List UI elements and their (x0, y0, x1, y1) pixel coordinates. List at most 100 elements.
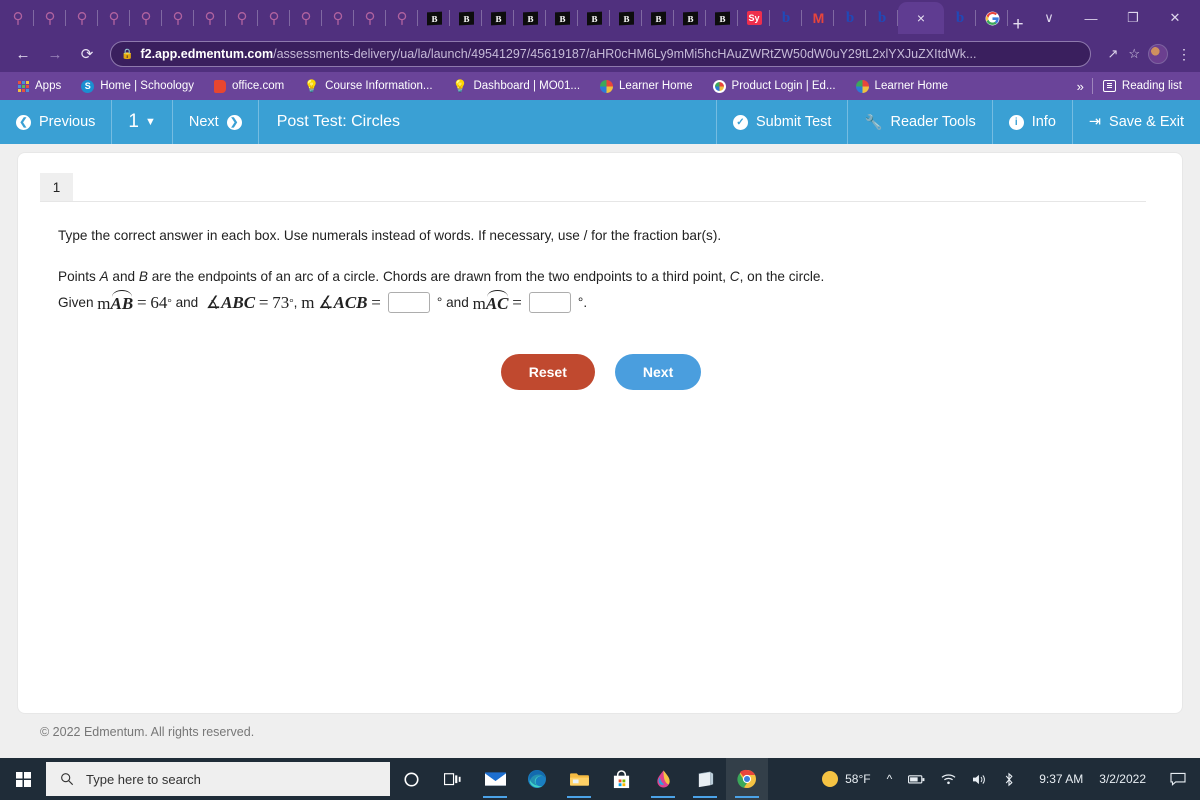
omnibox[interactable]: 🔒 f2.app.edmentum.com/assessments-delive… (110, 41, 1092, 67)
browser-tab-27[interactable]: b (866, 4, 898, 32)
submit-test-button[interactable]: ✓ Submit Test (715, 100, 848, 144)
share-icon[interactable]: ↗ (1107, 46, 1118, 62)
volume-icon[interactable] (964, 773, 995, 786)
previous-button[interactable]: ❮ Previous (0, 100, 113, 144)
start-button[interactable] (0, 771, 46, 787)
save-exit-button[interactable]: ⇥ Save & Exit (1071, 100, 1200, 144)
browser-tab-16[interactable]: B (514, 4, 546, 32)
browser-tab-5[interactable]: ⚲ (162, 4, 194, 32)
browser-tab-26[interactable]: b (834, 4, 866, 32)
browser-tab-0[interactable]: ⚲ (2, 4, 34, 32)
tab-strip[interactable]: ⚲ ⚲ ⚲ ⚲ ⚲ ⚲ ⚲ ⚲ ⚲ ⚲ ⚲ ⚲ ⚲ B B B B B B B B B B Sy b Mb b × b (0, 0, 1008, 36)
degree-symbol: ° (436, 295, 443, 311)
browser-tab-8[interactable]: ⚲ (258, 4, 290, 32)
battery-icon[interactable] (900, 774, 933, 785)
microsoft-store-icon[interactable] (600, 758, 642, 800)
back-icon[interactable]: ← (8, 46, 38, 63)
browser-tab-1[interactable]: ⚲ (34, 4, 66, 32)
apps-grid-icon (18, 80, 29, 92)
paint-3d-icon[interactable] (642, 758, 684, 800)
blackboard-icon: B (490, 11, 506, 25)
question-tab-1[interactable]: 1 (40, 173, 73, 201)
close-window-button[interactable]: ✕ (1154, 10, 1196, 26)
bookmark-learner-home-1[interactable]: Learner Home (590, 79, 703, 93)
browser-tab-25[interactable]: M (802, 4, 834, 32)
browser-tab-24[interactable]: b (770, 4, 802, 32)
answer-input-arc-ac[interactable] (528, 292, 571, 314)
browser-tab-13[interactable]: B (418, 4, 450, 32)
browser-tab-11[interactable]: ⚲ (354, 4, 386, 32)
browser-tab-29[interactable]: b (944, 4, 976, 32)
reset-button[interactable]: Reset (500, 353, 595, 390)
info-button[interactable]: i Info (991, 100, 1072, 144)
answer-input-acb[interactable] (387, 292, 430, 314)
taskbar-search[interactable]: Type here to search (46, 762, 390, 796)
chrome-icon[interactable] (726, 758, 768, 800)
bookmark-label: Learner Home (619, 80, 693, 92)
bookmark-dashboard[interactable]: 💡 Dashboard | MO01... (443, 79, 591, 93)
bookmark-course-information[interactable]: 💡 Course Information... (294, 79, 442, 93)
browser-tab-22[interactable]: B (706, 4, 738, 32)
question-actions: Reset Next (58, 353, 1144, 390)
blackboard-icon: B (618, 11, 634, 25)
next-question-button[interactable]: Next (614, 353, 702, 390)
reader-tools-button[interactable]: 🔧 Reader Tools (847, 100, 991, 144)
page-number-dropdown[interactable]: 1 ▼ (112, 100, 173, 144)
browser-tab-14[interactable]: B (450, 4, 482, 32)
bing-icon: b (781, 9, 791, 26)
bookmark-office[interactable]: office.com (204, 79, 294, 93)
clock[interactable]: 9:37 AM 3/2/2022 (1023, 771, 1162, 787)
browser-tab-17[interactable]: B (546, 4, 578, 32)
browser-tab-18[interactable]: B (578, 4, 610, 32)
task-view-icon[interactable] (432, 758, 474, 800)
question-prompt: Points A and B are the endpoints of an a… (58, 267, 1144, 287)
maximize-button[interactable]: ❐ (1112, 10, 1154, 26)
notification-icon[interactable] (1162, 772, 1194, 786)
edge-icon[interactable] (516, 758, 558, 800)
weather-widget[interactable]: 58°F (814, 771, 878, 787)
browser-tab-19[interactable]: B (610, 4, 642, 32)
browser-tab-15[interactable]: B (482, 4, 514, 32)
browser-tab-2[interactable]: ⚲ (66, 4, 98, 32)
bluetooth-icon[interactable] (995, 772, 1023, 787)
browser-tab-30[interactable] (976, 4, 1008, 32)
browser-tab-4[interactable]: ⚲ (130, 4, 162, 32)
star-icon[interactable]: ☆ (1128, 46, 1140, 62)
question-instruction: Type the correct answer in each box. Use… (58, 228, 722, 243)
browser-tab-23[interactable]: Sy (738, 4, 770, 32)
new-tab-button[interactable]: + (1008, 14, 1028, 36)
browser-tab-20[interactable]: B (642, 4, 674, 32)
wifi-icon[interactable] (933, 773, 964, 785)
angle-acb: ACB (333, 292, 368, 312)
tab-search-icon[interactable]: ∨ (1028, 10, 1070, 26)
next-button[interactable]: Next ❯ (173, 100, 259, 144)
browser-tab-6[interactable]: ⚲ (194, 4, 226, 32)
reading-list-button[interactable]: Reading list (1093, 80, 1192, 92)
forward-icon[interactable]: → (40, 46, 70, 63)
browser-tab-7[interactable]: ⚲ (226, 4, 258, 32)
minimize-button[interactable]: — (1070, 11, 1112, 26)
bookmarks-overflow-button[interactable]: » (1069, 79, 1092, 94)
file-explorer-icon[interactable] (558, 758, 600, 800)
browser-tab-10[interactable]: ⚲ (322, 4, 354, 32)
sticky-notes-icon[interactable] (684, 758, 726, 800)
browser-tab-3[interactable]: ⚲ (98, 4, 130, 32)
browser-tab-9[interactable]: ⚲ (290, 4, 322, 32)
cortana-icon[interactable] (390, 758, 432, 800)
bookmark-product-login[interactable]: Product Login | Ed... (703, 79, 846, 93)
mail-icon[interactable] (474, 758, 516, 800)
browser-tab-21[interactable]: B (674, 4, 706, 32)
browser-menu-icon[interactable]: ⋮ (1176, 46, 1192, 63)
bookmark-apps[interactable]: Apps (8, 80, 71, 92)
bookmark-learner-home-2[interactable]: Learner Home (846, 79, 959, 93)
browser-tab-12[interactable]: ⚲ (386, 4, 418, 32)
reload-icon[interactable]: ⟳ (72, 45, 102, 63)
avatar[interactable] (1148, 44, 1168, 64)
prompt-part: are the endpoints of an arc of a circle.… (147, 269, 730, 285)
question-card: 1 Type the correct answer in each box. U… (18, 153, 1182, 713)
bookmark-schoology[interactable]: S Home | Schoology (71, 79, 204, 93)
browser-tab-28[interactable]: × (898, 2, 944, 34)
chevron-up-icon[interactable]: ^ (879, 772, 901, 786)
point-a-label: A (99, 269, 109, 285)
